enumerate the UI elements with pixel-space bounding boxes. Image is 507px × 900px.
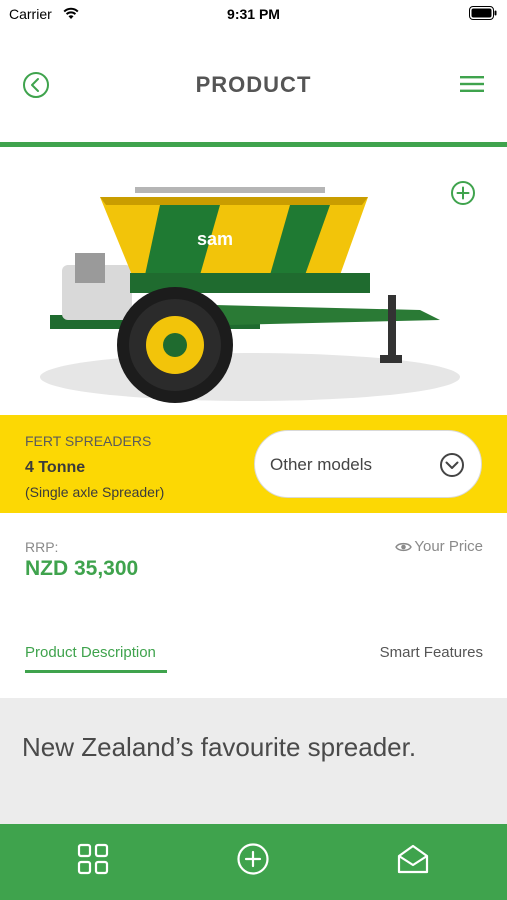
product-name: 4 Tonne — [25, 459, 86, 476]
chevron-down-circle-icon — [440, 453, 464, 477]
app-header: PRODUCT — [0, 55, 507, 115]
rrp-value: NZD 35,300 — [25, 557, 139, 580]
description-headline: New Zealand’s favourite spreader. — [22, 732, 417, 762]
eye-icon — [395, 542, 413, 551]
status-bar: Carrier 9:31 PM — [0, 0, 507, 30]
product-type: (Single axle Spreader) — [25, 484, 165, 500]
product-image: sam — [0, 165, 507, 415]
envelope-open-icon[interactable] — [396, 842, 430, 876]
tab-smart-features[interactable]: Smart Features — [380, 644, 483, 661]
rrp-label: RRP: — [25, 539, 59, 555]
product-category: FERT SPREADERS — [25, 433, 152, 449]
other-models-button[interactable]: Other models — [254, 430, 482, 498]
other-models-label: Other models — [270, 455, 373, 474]
tab-product-description[interactable]: Product Description — [25, 644, 156, 661]
description-panel: New Zealand’s favourite spreader. — [0, 698, 507, 824]
hopper-brand-label: sam — [197, 229, 233, 249]
plus-circle-icon[interactable] — [450, 180, 476, 206]
hamburger-menu-icon[interactable] — [459, 73, 485, 95]
battery-icon — [469, 6, 497, 20]
fertiliser-spreader-illustration: sam — [40, 187, 460, 403]
page-title: PRODUCT — [195, 72, 312, 97]
bottom-nav — [0, 824, 507, 900]
status-time: 9:31 PM — [227, 6, 280, 22]
grid-icon[interactable] — [76, 842, 110, 876]
active-tab-indicator — [25, 670, 167, 673]
your-price-button[interactable]: Your Price — [395, 538, 483, 555]
your-price-label: Your Price — [414, 538, 483, 555]
header-divider — [0, 142, 507, 147]
pricing-section: RRP: NZD 35,300 Your Price Product Descr… — [0, 513, 507, 698]
plus-circle-icon[interactable] — [236, 842, 270, 876]
product-info-band: FERT SPREADERS 4 Tonne (Single axle Spre… — [0, 415, 507, 513]
